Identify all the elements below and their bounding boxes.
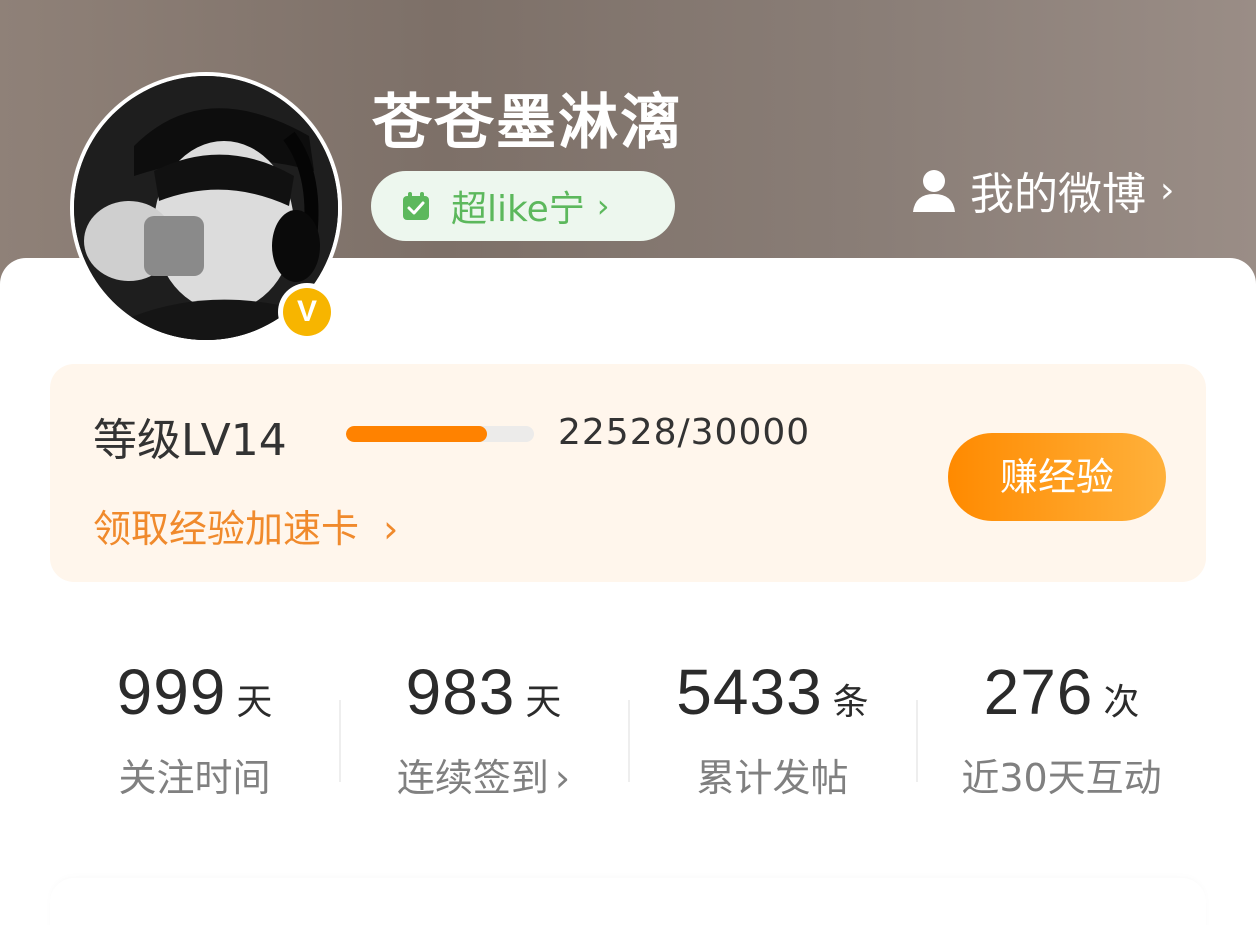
vip-badge-letter: V: [283, 288, 331, 336]
exp-value: 22528/30000: [558, 412, 811, 453]
stats-card: 999 天 关注时间 983 天 连续签到 › 5433 条 累计发帖 276 次 近3: [50, 605, 1206, 850]
stat-value: 5433: [676, 656, 823, 728]
exp-progress-fill: [346, 426, 487, 442]
username: 苍苍墨淋漓: [372, 88, 682, 158]
my-weibo-link[interactable]: 我的微博 ›: [910, 160, 1174, 220]
boost-card-label: 领取经验加速卡: [93, 507, 360, 551]
stat-value: 983: [405, 656, 516, 728]
person-icon: [913, 170, 955, 212]
chevron-right-icon: ›: [554, 756, 571, 800]
stat-label: 关注时间: [118, 756, 271, 800]
stat-label: 累计发帖: [696, 756, 849, 800]
next-section-card: [50, 878, 1206, 925]
stat-label-row: 连续签到 ›: [339, 747, 628, 802]
exp-progress-bar: [346, 426, 534, 442]
page: V 苍苍墨淋漓 超like宁 › 我的微博 › 等级LV14 22528/300…: [0, 0, 1256, 925]
earn-exp-button[interactable]: 赚经验: [948, 433, 1166, 521]
stat-checkin-streak[interactable]: 983 天 连续签到 ›: [339, 655, 628, 802]
stat-unit: 条: [832, 682, 869, 723]
fan-group-button[interactable]: 超like宁 ›: [371, 171, 675, 241]
my-weibo-label: 我的微博: [970, 169, 1146, 220]
stat-unit: 天: [525, 682, 562, 723]
calendar-check-icon: [403, 192, 429, 220]
level-label: 等级LV14: [93, 415, 287, 466]
stat-follow-time: 999 天 关注时间: [50, 655, 339, 802]
fan-group-label: 超like宁: [451, 189, 585, 230]
chevron-right-icon: ›: [383, 507, 399, 551]
stat-unit: 天: [236, 682, 273, 723]
stat-unit: 次: [1103, 682, 1140, 723]
vip-badge: V: [278, 283, 336, 341]
stat-label: 近30天互动: [961, 756, 1162, 800]
stat-value: 276: [983, 656, 1094, 728]
chevron-right-icon: ›: [1160, 169, 1175, 211]
stat-label: 连续签到: [396, 756, 549, 800]
stat-recent-interactions: 276 次 近30天互动: [917, 655, 1206, 802]
chevron-right-icon: ›: [596, 187, 610, 225]
level-card: 等级LV14 22528/30000 领取经验加速卡 › 赚经验: [50, 364, 1206, 582]
boost-card-link[interactable]: 领取经验加速卡 ›: [93, 498, 398, 553]
stat-total-posts: 5433 条 累计发帖: [628, 655, 917, 802]
stat-value: 999: [116, 656, 227, 728]
